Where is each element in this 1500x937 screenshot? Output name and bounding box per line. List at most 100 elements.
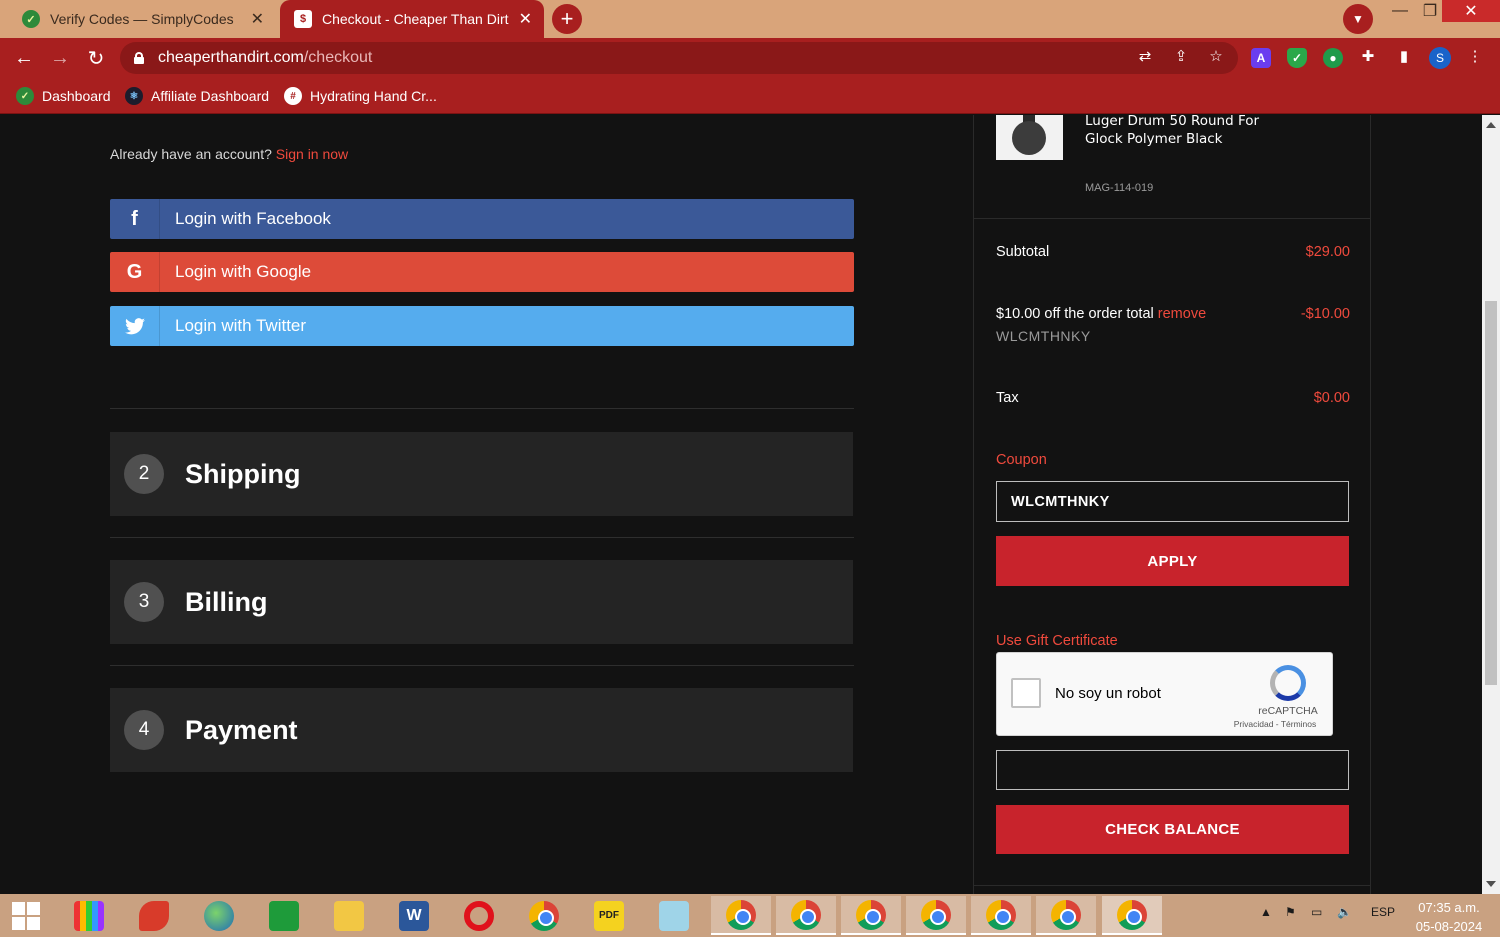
- tax-value: $0.00: [1313, 390, 1350, 406]
- reload-icon[interactable]: ↻: [84, 46, 108, 70]
- login-google-button[interactable]: G Login with Google: [110, 252, 854, 292]
- bookmark-affiliate-dashboard[interactable]: ⚛ Affiliate Dashboard: [125, 85, 269, 107]
- taskbar-app-chrome-icon[interactable]: [514, 896, 574, 935]
- menu-dots-icon[interactable]: ⋮: [1465, 46, 1485, 66]
- bookmarks-bar: ✓ Dashboard ⚛ Affiliate Dashboard # Hydr…: [0, 78, 1500, 114]
- tray-flag-icon[interactable]: ⚑: [1285, 905, 1296, 919]
- url-path: /checkout: [303, 49, 373, 66]
- url-host: cheaperthandirt.com: [158, 49, 304, 66]
- scroll-up-icon[interactable]: [1486, 122, 1496, 128]
- recaptcha-checkbox[interactable]: [1011, 678, 1041, 708]
- taskbar-chrome-window-icon[interactable]: [776, 896, 836, 935]
- step-billing[interactable]: 3 Billing: [110, 560, 853, 644]
- account-prompt: Already have an account? Sign in now: [110, 146, 348, 162]
- lock-icon[interactable]: [134, 52, 144, 64]
- step-number: 3: [124, 582, 164, 622]
- share-icon[interactable]: ⇪: [1171, 46, 1191, 66]
- taskbar-app-file-explorer-icon[interactable]: [319, 896, 379, 935]
- apply-coupon-button[interactable]: APPLY: [996, 536, 1349, 586]
- taskbar-app-ccleaner-icon[interactable]: [124, 896, 184, 935]
- step-payment[interactable]: 4 Payment: [110, 688, 853, 772]
- tray-language[interactable]: ESP: [1371, 905, 1395, 919]
- close-tab-icon[interactable]: ✕: [519, 9, 532, 29]
- step-title: Payment: [185, 714, 298, 745]
- taskbar-app-globe-icon[interactable]: [189, 896, 249, 935]
- windows-start-icon[interactable]: [12, 902, 40, 930]
- product-sku: MAG-114-019: [1085, 182, 1154, 194]
- taskbar-app-opera-icon[interactable]: [449, 896, 509, 935]
- step-title: Billing: [185, 586, 268, 617]
- close-tab-icon[interactable]: ✕: [251, 9, 264, 29]
- taskbar-chrome-window-icon[interactable]: [971, 896, 1031, 935]
- tab-title: Checkout - Cheaper Than Dirt: [322, 11, 509, 27]
- twitter-icon: [110, 306, 160, 346]
- taskbar-chrome-window-icon[interactable]: [906, 896, 966, 935]
- page-scrollbar[interactable]: [1482, 115, 1500, 894]
- address-bar[interactable]: cheaperthandirt.com/checkout: [120, 42, 1238, 74]
- step-shipping[interactable]: 2 Shipping: [110, 432, 853, 516]
- remove-discount-link[interactable]: remove: [1158, 306, 1206, 322]
- tab-simplycodes[interactable]: ✓ Verify Codes — SimplyCodes ✕: [8, 0, 276, 38]
- taskbar-chrome-window-active-icon[interactable]: [1102, 896, 1162, 935]
- coupon-input[interactable]: WLCMTHNKY: [996, 481, 1349, 522]
- gift-certificate-input[interactable]: [996, 750, 1349, 790]
- back-icon[interactable]: ←: [12, 46, 36, 70]
- simplycodes-icon: ✓: [16, 87, 34, 105]
- tray-clock[interactable]: 07:35 a.m. 05-08-2024: [1405, 898, 1493, 936]
- subtotal-row: Subtotal $29.00: [996, 244, 1350, 260]
- summary-divider: [974, 218, 1370, 219]
- taskbar-app-winrar-icon[interactable]: [59, 896, 119, 935]
- product-image[interactable]: [996, 115, 1063, 160]
- translate-icon[interactable]: ⇄: [1135, 46, 1155, 66]
- taskbar-chrome-window-icon[interactable]: [1036, 896, 1096, 935]
- close-window-button[interactable]: ✕: [1442, 0, 1500, 22]
- taskbar-chrome-window-icon[interactable]: [711, 896, 771, 935]
- step-title: Shipping: [185, 458, 301, 489]
- shield-extension-icon[interactable]: ✓: [1287, 48, 1307, 68]
- bookmark-star-icon[interactable]: ☆: [1206, 46, 1226, 66]
- tray-volume-icon[interactable]: 🔈: [1337, 905, 1352, 919]
- login-google-label: Login with Google: [175, 262, 312, 281]
- google-icon: G: [110, 252, 160, 292]
- login-twitter-button[interactable]: Login with Twitter: [110, 306, 854, 346]
- new-tab-button[interactable]: +: [552, 4, 582, 34]
- order-summary: Luger Drum 50 Round For Glock Polymer Bl…: [973, 115, 1371, 894]
- sign-in-link[interactable]: Sign in now: [276, 146, 348, 162]
- taskbar-app-green-icon[interactable]: [254, 896, 314, 935]
- bookmark-label: Hydrating Hand Cr...: [310, 88, 437, 104]
- browser-toolbar: ← → ↻ cheaperthandirt.com/checkout ⇄ ⇪ ☆…: [0, 38, 1500, 78]
- tray-overflow-icon[interactable]: ▲: [1260, 905, 1272, 919]
- windows-taskbar: W PDF ▲ ⚑ ▭ 🔈 ESP 07:35 a.m. 05-08-2024: [0, 894, 1500, 937]
- cheaperthandirt-favicon-icon: $: [294, 10, 312, 28]
- recaptcha-terms-link[interactable]: Privacidad - Términos: [1217, 719, 1333, 729]
- check-balance-button[interactable]: CHECK BALANCE: [996, 805, 1349, 854]
- extension-a-icon[interactable]: A: [1251, 48, 1271, 68]
- scrollbar-thumb[interactable]: [1485, 301, 1497, 685]
- drum-magazine-body: [1012, 121, 1046, 155]
- bookmark-dashboard[interactable]: ✓ Dashboard: [16, 85, 111, 107]
- tray-network-icon[interactable]: ▭: [1311, 905, 1322, 919]
- step-number: 4: [124, 710, 164, 750]
- discount-value: -$10.00: [1300, 306, 1350, 322]
- extension-green-icon[interactable]: ●: [1323, 48, 1343, 68]
- clock-time: 07:35 a.m.: [1418, 900, 1480, 915]
- discount-label: $10.00 off the order total: [996, 306, 1154, 322]
- taskbar-app-pdf-icon[interactable]: PDF: [579, 896, 639, 935]
- tax-row: Tax $0.00: [996, 390, 1350, 406]
- taskbar-app-word-icon[interactable]: W: [384, 896, 444, 935]
- side-panel-icon[interactable]: ▮: [1394, 46, 1414, 66]
- login-facebook-button[interactable]: f Login with Facebook: [110, 199, 854, 239]
- bookmark-hydrating-hand[interactable]: # Hydrating Hand Cr...: [284, 85, 437, 107]
- profile-avatar[interactable]: S: [1429, 47, 1451, 69]
- product-name[interactable]: Luger Drum 50 Round For Glock Polymer Bl…: [1085, 115, 1285, 148]
- taskbar-app-notes-icon[interactable]: [644, 896, 704, 935]
- forward-icon[interactable]: →: [48, 46, 72, 70]
- scroll-down-icon[interactable]: [1486, 881, 1496, 887]
- tab-search-button[interactable]: ▼: [1343, 4, 1373, 34]
- tab-checkout[interactable]: $ Checkout - Cheaper Than Dirt ✕: [280, 0, 544, 38]
- taskbar-chrome-window-icon[interactable]: [841, 896, 901, 935]
- bookmark-label: Dashboard: [42, 88, 111, 104]
- gift-certificate-label: Use Gift Certificate: [996, 633, 1118, 649]
- extensions-puzzle-icon[interactable]: ✚: [1358, 46, 1378, 66]
- subtotal-value: $29.00: [1305, 244, 1350, 260]
